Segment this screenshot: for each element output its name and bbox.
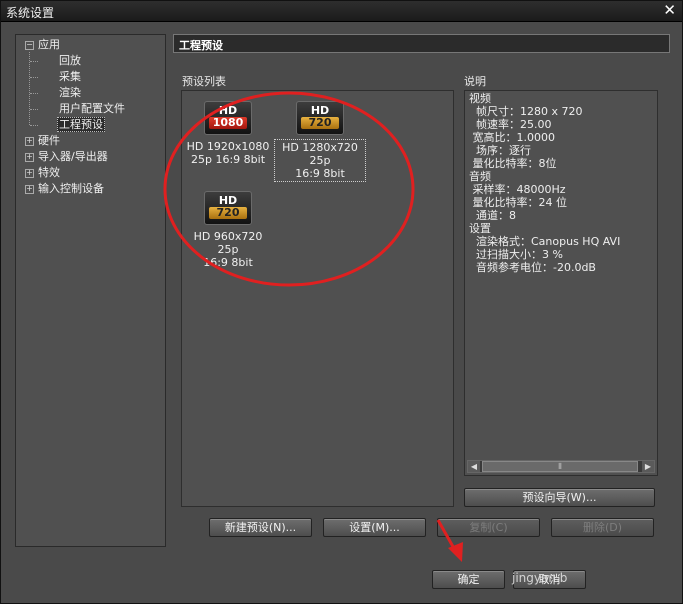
- tree-item-playback[interactable]: 回放: [59, 53, 81, 68]
- hd-720-icon: HD 720: [204, 191, 252, 225]
- tree-guide-line: [29, 52, 30, 125]
- expand-icon[interactable]: +: [25, 153, 34, 162]
- tree-item-importer-exporter[interactable]: + 导入器/导出器: [25, 149, 108, 164]
- preset-line1: HD 1280x720 25p: [282, 141, 358, 167]
- preset-description: 视频 帧尺寸：1280 x 720 帧速率：25.00 宽高比：1.0000 场…: [464, 90, 658, 476]
- tree-item-app[interactable]: − 应用: [25, 37, 60, 52]
- preset-line2: 25p 16:9 8bit: [190, 153, 266, 166]
- tree-item-label: 应用: [38, 38, 60, 51]
- description-line: 量化比特率：8位: [469, 157, 557, 170]
- description-line: 采样率：48000Hz: [469, 183, 566, 196]
- preset-item-hd720-960[interactable]: HD 720 HD 960x720 25p 16:9 8bit: [182, 191, 274, 270]
- scroll-thumb[interactable]: ⦀: [482, 461, 638, 472]
- tree-item-label: 硬件: [38, 134, 60, 147]
- tree-item-project-preset[interactable]: 工程预设: [57, 117, 105, 132]
- expand-icon[interactable]: +: [25, 137, 34, 146]
- preset-wizard-button[interactable]: 预设向导(W)...: [464, 488, 655, 507]
- scroll-left-icon[interactable]: ◀: [468, 461, 480, 472]
- collapse-icon[interactable]: −: [25, 41, 34, 50]
- tree-item-label: 工程预设: [57, 117, 105, 132]
- horizontal-scrollbar[interactable]: ◀ ⦀ ▶: [467, 460, 655, 473]
- preset-line1: HD 1920x1080: [186, 140, 270, 153]
- preset-list[interactable]: HD 1080 HD 1920x1080 25p 16:9 8bit HD 72…: [181, 90, 454, 507]
- description-line: 过扫描大小：3 %: [469, 248, 563, 261]
- title-bar: 系统设置 ✕: [1, 1, 682, 22]
- description-line: 帧尺寸：1280 x 720: [469, 105, 583, 118]
- preset-caption: HD 1280x720 25p 16:9 8bit: [274, 139, 366, 182]
- tree-guide-line: [30, 77, 38, 78]
- tree-item-effects[interactable]: + 特效: [25, 165, 60, 180]
- preset-item-hd720-1280[interactable]: HD 720 HD 1280x720 25p 16:9 8bit: [274, 101, 366, 182]
- tree-item-label: 用户配置文件: [59, 102, 125, 115]
- description-line: 场序：逐行: [469, 144, 531, 157]
- expand-icon[interactable]: +: [25, 169, 34, 178]
- tree-item-label: 输入控制设备: [38, 182, 104, 195]
- description-line: 渲染格式：Canopus HQ AVI: [469, 235, 621, 248]
- description-text: 视频 帧尺寸：1280 x 720 帧速率：25.00 宽高比：1.0000 场…: [469, 92, 620, 274]
- settings-button[interactable]: 设置(M)...: [323, 518, 426, 537]
- window-title: 系统设置: [6, 6, 55, 20]
- new-preset-button[interactable]: 新建预设(N)...: [209, 518, 312, 537]
- description-line: 设置: [469, 222, 491, 235]
- badge-top: HD: [218, 194, 238, 207]
- badge-bottom: 1080: [209, 117, 247, 129]
- panel-title: 工程预设: [179, 39, 223, 52]
- expand-icon[interactable]: +: [25, 185, 34, 194]
- preset-line2: 16:9 8bit: [295, 167, 345, 180]
- preset-line2: 16:9 8bit: [203, 256, 253, 269]
- settings-tree: − 应用 回放 采集 渲染 用户配置文件 工程预设 + 硬件 + 导入器/导出器 + 特…: [15, 34, 166, 547]
- info-label: 说明: [464, 75, 486, 88]
- description-line: 帧速率：25.00: [469, 118, 552, 131]
- description-line: 通道：8: [469, 209, 516, 222]
- tree-item-label: 导入器/导出器: [38, 150, 108, 163]
- delete-button[interactable]: 删除(D): [551, 518, 654, 537]
- tree-guide-line: [30, 125, 38, 126]
- preset-caption: HD 960x720 25p 16:9 8bit: [182, 229, 274, 270]
- hd-720-icon: HD 720: [296, 101, 344, 135]
- tree-item-capture[interactable]: 采集: [59, 69, 81, 84]
- badge-bottom: 720: [209, 207, 247, 219]
- tree-item-render[interactable]: 渲染: [59, 85, 81, 100]
- tree-guide-line: [30, 61, 38, 62]
- ok-button[interactable]: 确定: [432, 570, 505, 589]
- tree-guide-line: [30, 93, 38, 94]
- preset-line1: HD 960x720 25p: [193, 230, 263, 256]
- tree-guide-line: [30, 109, 38, 110]
- tree-item-label: 特效: [38, 166, 60, 179]
- tree-item-hardware[interactable]: + 硬件: [25, 133, 60, 148]
- description-line: 宽高比：1.0000: [469, 131, 555, 144]
- copy-button[interactable]: 复制(C): [437, 518, 540, 537]
- badge-top: HD: [218, 104, 238, 117]
- description-line: 音频: [469, 170, 491, 183]
- description-line: 音频参考电位：-20.0dB: [469, 261, 596, 274]
- scroll-right-icon[interactable]: ▶: [642, 461, 654, 472]
- description-line: 量化比特率：24 位: [469, 196, 567, 209]
- badge-top: HD: [310, 104, 330, 117]
- preset-list-label: 预设列表: [182, 75, 226, 88]
- badge-bottom: 720: [301, 117, 339, 129]
- tree-item-label: 采集: [59, 70, 81, 83]
- tree-item-input-devices[interactable]: + 输入控制设备: [25, 181, 104, 196]
- tree-item-user-profile[interactable]: 用户配置文件: [59, 101, 125, 116]
- description-line: 视频: [469, 92, 491, 105]
- tree-item-label: 回放: [59, 54, 81, 67]
- watermark: jingyan.b: [512, 571, 568, 585]
- panel-header: 工程预设: [173, 34, 670, 53]
- close-icon[interactable]: ✕: [663, 1, 676, 19]
- tree-item-label: 渲染: [59, 86, 81, 99]
- system-settings-dialog: 系统设置 ✕ − 应用 回放 采集 渲染 用户配置文件 工程预设 + 硬件 + 导入器…: [0, 0, 683, 604]
- preset-item-hd1080[interactable]: HD 1080 HD 1920x1080 25p 16:9 8bit: [182, 101, 274, 167]
- preset-caption: HD 1920x1080 25p 16:9 8bit: [186, 139, 271, 167]
- hd-1080-icon: HD 1080: [204, 101, 252, 135]
